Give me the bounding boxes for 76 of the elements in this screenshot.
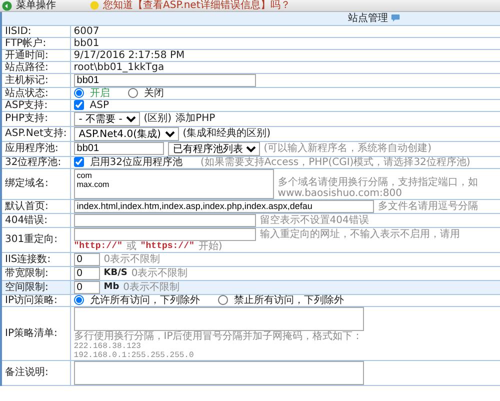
field-label: 开通时间:: [1, 49, 70, 61]
text-input[interactable]: bb01: [74, 142, 164, 155]
example-text: 222.168.38.123: [74, 342, 142, 350]
hint-text: 多文件名请用逗号分隔: [378, 200, 478, 212]
field-value: 9/17/2016 2:17:58 PM: [74, 50, 185, 60]
protocol-text: "http://": [74, 240, 122, 252]
field-label: ASP.Net支持:: [1, 126, 70, 141]
text-area[interactable]: [74, 360, 364, 384]
hint-text: 多个域名请使用换行分隔，支持指定端口，如 www.baosishuo.com:800: [278, 176, 479, 198]
field-label: 301重定向:: [1, 227, 70, 252]
dropdown[interactable]: ASP.Net4.0(集成): [74, 126, 179, 140]
radio-label: 关闭: [144, 88, 164, 98]
example-text: 192.168.0.1:255.255.255.0: [74, 350, 195, 360]
field-label: 绑定域名:: [1, 168, 70, 199]
checkbox[interactable]: [74, 157, 84, 167]
field-label: 备注说明:: [1, 360, 70, 385]
field-label: 默认首页:: [1, 199, 70, 213]
field-label: PHP支持:: [1, 111, 70, 126]
text-area[interactable]: com max.com: [74, 168, 274, 198]
menu-icon: [2, 0, 12, 10]
hint-text: 输入重定向的网址，不输入表示不启用，请用: [260, 228, 460, 240]
unit-label: KB/S: [104, 268, 128, 278]
field-label: 404错误:: [1, 213, 70, 227]
hint-text: 0表示不限制: [131, 268, 188, 278]
speech-bubble-icon: [391, 14, 400, 22]
hint-text: 0表示不限制: [104, 254, 160, 264]
hint-text: 或: [126, 240, 136, 252]
hint-text: 多行使用换行分隔，IP后使用冒号分隔并加子网掩码，格式如下：: [74, 330, 364, 342]
field-value: 6007: [74, 26, 100, 36]
text-input[interactable]: index.html,index.htm,index.asp,index.php,index.aspx,defau: [74, 200, 374, 212]
field-label: FTP帐户:: [1, 37, 70, 49]
field-label: 空间限制:: [1, 280, 70, 294]
field-label: 32位程序池:: [1, 156, 70, 168]
hint-text: 开始): [198, 240, 222, 252]
field-value: bb01: [74, 38, 100, 48]
field-label: IP策略清单:: [1, 306, 70, 360]
text-input[interactable]: 0: [74, 252, 100, 266]
dropdown[interactable]: 已有程序池列表: [168, 142, 260, 156]
field-label: 带宽限制:: [1, 266, 70, 280]
field-label: 应用程序池:: [1, 141, 70, 156]
dropdown[interactable]: - 不需要 -: [74, 112, 140, 126]
panel-title: 站点管理: [348, 12, 388, 24]
text-input[interactable]: [74, 214, 256, 226]
checkbox-label: ASP: [90, 100, 109, 110]
radio-label: 开启: [90, 88, 110, 98]
hint-text: (如果需要支持Access，PHP(CGI)模式，请选择32位程序池): [200, 156, 470, 168]
checkbox-label: 启用32位应用程序池: [90, 156, 182, 168]
text-input[interactable]: bb01: [74, 74, 256, 86]
radio-button[interactable]: [74, 295, 84, 305]
help-link[interactable]: 添加PHP: [176, 113, 216, 124]
text-input[interactable]: 0: [74, 266, 100, 280]
unit-label: Mb: [104, 282, 120, 292]
menu-label[interactable]: 菜单操作: [16, 0, 56, 11]
field-value: root\bb01_1kkTga: [74, 62, 164, 72]
radio-button[interactable]: [128, 88, 138, 98]
field-label: ASP支持:: [1, 99, 70, 111]
text-area[interactable]: [74, 306, 364, 330]
text-input[interactable]: [74, 228, 256, 240]
radio-label: 允许所有访问，下列除外: [90, 294, 200, 306]
hint-text: (可以输入新程序名，系统将自动创建): [264, 143, 432, 154]
help-link[interactable]: (区别): [144, 113, 172, 124]
hint-text: 留空表示不设置404错误: [260, 214, 369, 226]
field-label: 站点状态:: [1, 87, 70, 99]
field-label: IIS连接数:: [1, 252, 70, 266]
protocol-text: "https://": [140, 240, 194, 252]
text-input[interactable]: 0: [74, 280, 100, 294]
radio-button[interactable]: [218, 295, 228, 305]
field-label: IISID:: [1, 25, 70, 37]
radio-button[interactable]: [74, 88, 84, 98]
hint-text: 0表示不限制: [123, 282, 180, 292]
field-label: IP访问策略:: [1, 294, 70, 306]
checkbox[interactable]: [74, 100, 84, 110]
field-label: 主机标记:: [1, 73, 70, 87]
help-link[interactable]: (集成和经典的区别): [182, 128, 271, 139]
radio-label: 禁止所有访问，下列除外: [234, 294, 344, 306]
field-label: 站点路径:: [1, 61, 70, 73]
